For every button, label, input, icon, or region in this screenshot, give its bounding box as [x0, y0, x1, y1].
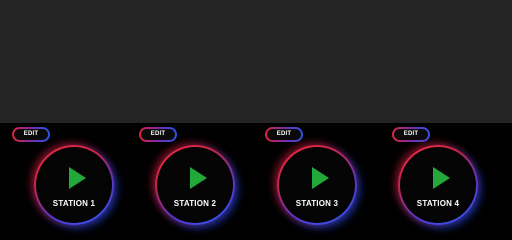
- play-station-1-button[interactable]: STATION 1: [34, 145, 114, 225]
- station-panel-3: EDIT STATION 3: [256, 123, 384, 230]
- station-2-label: STATION 2: [173, 199, 217, 208]
- play-station-2-button[interactable]: STATION 2: [155, 145, 235, 225]
- play-icon: [69, 167, 86, 189]
- play-station-4-button[interactable]: STATION 4: [398, 145, 478, 225]
- play-icon: [433, 167, 450, 189]
- station-panel-4: EDIT STATION 4: [384, 123, 512, 230]
- play-icon: [190, 167, 207, 189]
- station-panel-1: EDIT STATION 1: [0, 123, 128, 230]
- edit-station-2-button[interactable]: EDIT: [139, 127, 177, 142]
- station-bar: EDIT STATION 1 EDIT STATION 2 EDIT STATI…: [0, 123, 512, 230]
- station-panel-2: EDIT STATION 2: [128, 123, 256, 230]
- station-3-label: STATION 3: [295, 199, 339, 208]
- play-station-3-button[interactable]: STATION 3: [277, 145, 357, 225]
- play-icon: [312, 167, 329, 189]
- empty-content-area: [0, 0, 512, 123]
- station-4-label: STATION 4: [416, 199, 460, 208]
- edit-station-1-button[interactable]: EDIT: [12, 127, 50, 142]
- edit-station-4-button[interactable]: EDIT: [392, 127, 430, 142]
- edit-station-3-button[interactable]: EDIT: [265, 127, 303, 142]
- station-1-label: STATION 1: [52, 199, 96, 208]
